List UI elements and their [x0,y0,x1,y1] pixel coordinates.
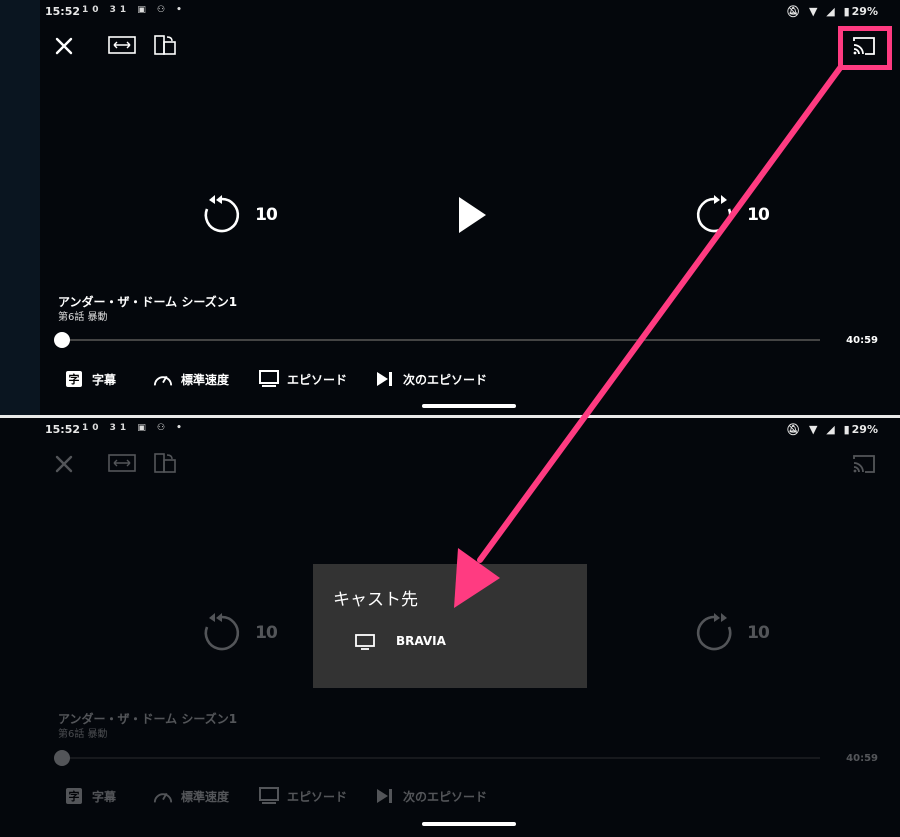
player-screen-top: 15:52 10 31 ▣ ⚇ • 🔕︎ ▼ ◢ ▮ 29% 10 10 アンダー… [0,0,900,416]
forward-10-button[interactable]: 10 [692,193,770,237]
device-name: BRAVIA [396,634,446,648]
duration-label: 40:59 [846,335,878,346]
next-icon [377,372,392,386]
aspect-fit-icon[interactable] [108,36,136,54]
subtitles-button: 字 字幕 [64,785,116,807]
status-bar-2: 15:52 10 31 ▣ ⚇ • 🔕︎ ▼ ◢ ▮ 29% [45,420,878,440]
wifi-icon: ▼ [808,423,818,436]
speed-label: 標準速度 [181,372,230,387]
forward-seconds: 10 [747,623,770,643]
rotate-screen-icon[interactable] [154,34,176,56]
play-icon[interactable] [456,195,488,235]
cast-dialog: キャスト先 BRAVIA [313,564,587,688]
status-time: 15:52 [45,423,81,436]
signal-icon: ◢ [826,423,835,436]
episodes-button: エピソード [259,785,347,807]
rewind-10-button[interactable]: 10 [200,193,278,237]
rewind-10-button: 10 [200,611,278,655]
rewind-seconds: 10 [255,623,278,643]
rotate-screen-icon [154,453,176,473]
battery-icon: ▮ [843,423,850,436]
subtitles-icon: 字 [66,371,82,387]
next-episode-label: 次のエピソード [403,372,488,387]
episode-title: 第6話 暴動 [58,312,108,323]
seek-bar [62,757,820,759]
tv-icon [355,634,375,650]
forward-icon [696,195,732,233]
battery-level: 29% [851,5,878,18]
rewind-seconds: 10 [255,205,278,225]
episodes-button[interactable]: エピソード [259,368,347,390]
playback-speed-button: 標準速度 [153,785,229,807]
mute-icon: 🔕︎ [786,423,801,436]
episode-title: 第6話 暴動 [58,729,108,740]
seek-bar[interactable] [62,339,820,341]
forward-seconds: 10 [747,205,770,225]
subtitles-label: 字幕 [92,372,117,387]
forward-10-button: 10 [692,611,770,655]
rewind-icon [204,613,240,651]
cast-dialog-title: キャスト先 [333,590,418,610]
home-indicator[interactable] [422,404,516,408]
next-episode-button: 次のエピソード [375,785,487,807]
rewind-icon [204,195,240,233]
status-time: 15:52 [45,5,81,18]
next-icon [377,789,392,803]
battery-level: 29% [851,423,878,436]
seek-handle [54,750,70,766]
notification-icons: 10 31 ▣ ⚇ • [82,5,186,15]
episodes-label: エピソード [287,789,348,804]
episodes-label: エピソード [287,372,348,387]
status-right: 🔕︎ ▼ ◢ ▮ 29% [781,5,878,18]
aspect-fit-icon [108,454,136,472]
notification-icons: 10 31 ▣ ⚇ • [82,423,186,433]
playback-speed-button[interactable]: 標準速度 [153,368,229,390]
seek-handle[interactable] [54,332,70,348]
forward-icon [696,613,732,651]
speedometer-icon [153,375,173,386]
subtitles-icon: 字 [66,788,82,804]
home-indicator[interactable] [422,822,516,826]
wifi-icon: ▼ [808,5,818,18]
close-icon [55,455,73,473]
status-right: 🔕︎ ▼ ◢ ▮ 29% [781,423,878,436]
cast-icon [853,455,875,473]
next-episode-button[interactable]: 次のエピソード [375,368,487,390]
player-bottom-bar: 字 字幕 標準速度 エピソード 次のエピソード [0,368,900,390]
speedometer-icon [153,792,173,803]
close-icon[interactable] [54,36,74,56]
signal-icon: ◢ [826,5,835,18]
episodes-icon [259,787,279,804]
duration-label: 40:59 [846,753,878,764]
subtitles-label: 字幕 [92,789,117,804]
next-episode-label: 次のエピソード [403,789,488,804]
cast-button-highlight [838,26,892,70]
battery-icon: ▮ [843,5,850,18]
speed-label: 標準速度 [181,789,230,804]
player-bottom-bar: 字 字幕 標準速度 エピソード 次のエピソード [0,785,900,807]
subtitles-button[interactable]: 字 字幕 [64,368,116,390]
mute-icon: 🔕︎ [786,5,801,18]
episodes-icon [259,370,279,387]
left-edge-strip [0,0,40,416]
cast-device-bravia[interactable]: BRAVIA [313,622,587,662]
status-bar: 15:52 10 31 ▣ ⚇ • 🔕︎ ▼ ◢ ▮ 29% [45,2,878,22]
